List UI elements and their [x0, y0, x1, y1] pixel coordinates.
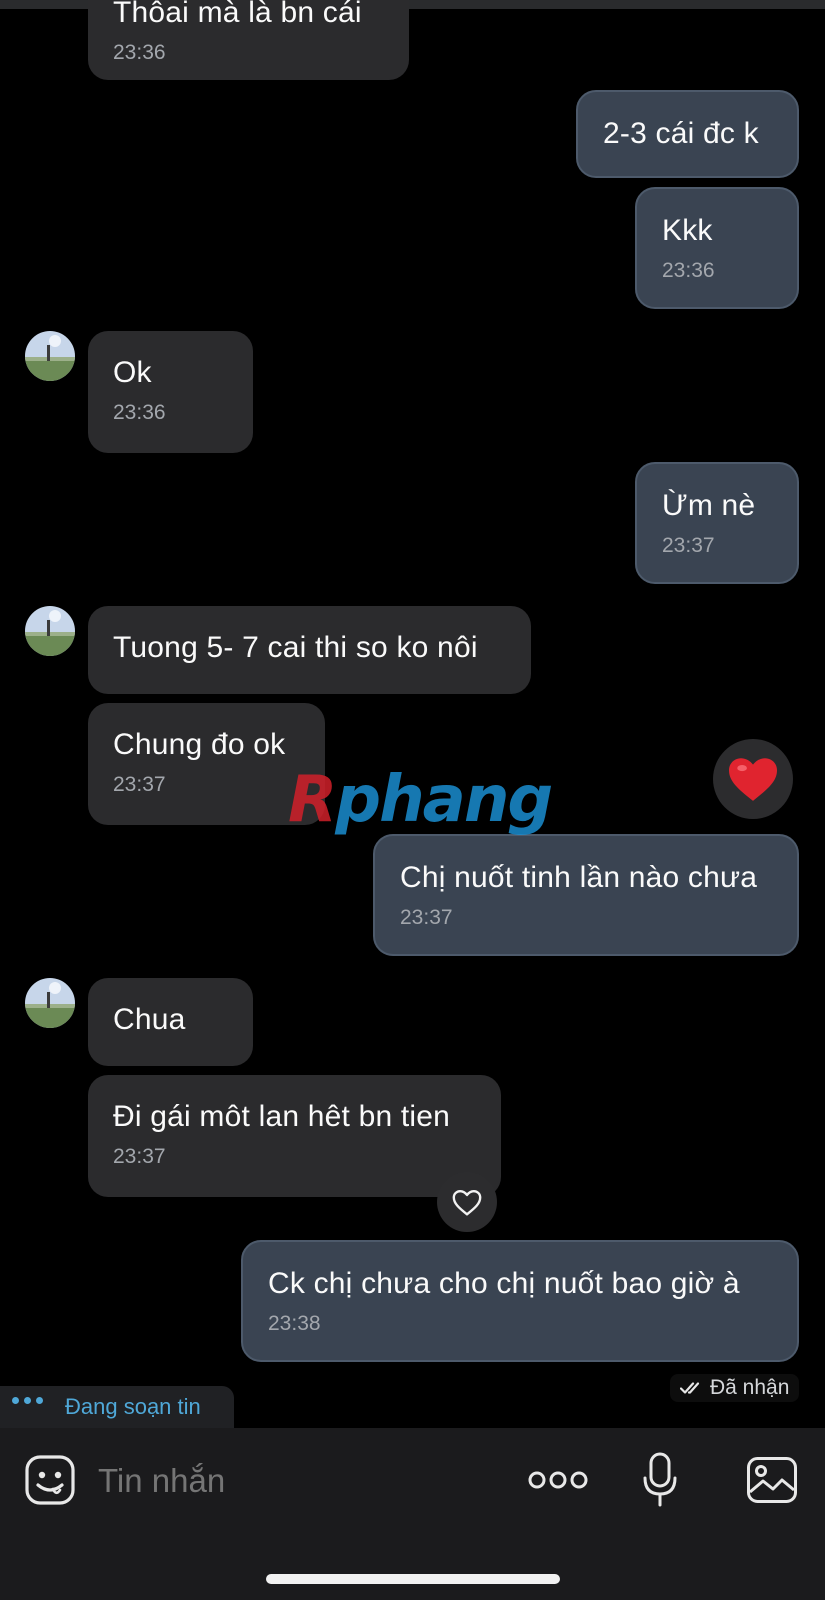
avatar-image [25, 606, 75, 656]
react-button[interactable] [437, 1172, 497, 1232]
voice-record-button[interactable] [642, 1452, 678, 1508]
typing-indicator: Đang soạn tin [0, 1386, 234, 1428]
chat-thread[interactable]: Thôai mà là bn cái 23:36 2-3 cái đc k Kk… [0, 0, 825, 1428]
home-indicator[interactable] [266, 1574, 560, 1584]
message-time: 23:37 [113, 773, 166, 796]
message-time: 23:36 [113, 401, 166, 424]
double-check-icon [680, 1382, 700, 1394]
heart-outline-icon [452, 1189, 482, 1216]
message-text: Ừm nè [662, 489, 756, 522]
message-text: Chị nuốt tinh lần nào chưa [400, 861, 758, 894]
heart-filled-icon [729, 758, 777, 801]
avatar[interactable] [25, 978, 75, 1028]
avatar[interactable] [25, 331, 75, 381]
avatar[interactable] [25, 606, 75, 656]
message-time: 23:36 [113, 41, 166, 64]
more-dots-icon [528, 1471, 588, 1489]
message-bubble-incoming[interactable]: Đi gái môt lan hêt bn tien 23:37 [88, 1075, 501, 1197]
message-text: Ck chị chưa cho chị nuốt bao giờ à [268, 1267, 740, 1300]
avatar-image [25, 331, 75, 381]
sticker-icon [25, 1455, 75, 1505]
message-bubble-incoming[interactable]: Tuong 5- 7 cai thi so ko nôi [88, 606, 531, 694]
microphone-icon [643, 1452, 677, 1507]
message-bubble-outgoing[interactable]: Chị nuốt tinh lần nào chưa 23:37 [373, 834, 799, 956]
message-time: 23:36 [662, 259, 715, 282]
message-text: Thôai mà là bn cái [113, 0, 362, 29]
message-time: 23:37 [662, 534, 715, 557]
message-bubble-outgoing[interactable]: Ừm nè 23:37 [635, 462, 799, 584]
avatar-image [25, 978, 75, 1028]
message-bubble-incoming[interactable]: Ok 23:36 [88, 331, 253, 453]
typing-dots-icon [12, 1396, 43, 1404]
message-text: Chung đo ok [113, 728, 286, 761]
message-time: 23:37 [113, 1145, 166, 1168]
watermark-logo: Rphang [288, 763, 553, 837]
message-bubble-incoming[interactable]: Thôai mà là bn cái 23:36 [88, 0, 409, 80]
delivery-status-label: Đã nhận [710, 1376, 790, 1399]
typing-indicator-label: Đang soạn tin [65, 1394, 201, 1419]
gallery-button[interactable] [746, 1456, 798, 1504]
reaction-badge[interactable] [713, 739, 793, 819]
message-text: Chua [113, 1003, 186, 1036]
message-text: Kkk [662, 214, 713, 247]
delivery-status: Đã nhận [670, 1374, 800, 1402]
message-bubble-outgoing[interactable]: 2-3 cái đc k [576, 90, 799, 178]
message-time: 23:37 [400, 906, 453, 929]
message-time: 23:38 [268, 1312, 321, 1335]
message-text: Ok [113, 356, 152, 389]
message-bubble-outgoing[interactable]: Kkk 23:36 [635, 187, 799, 309]
more-button[interactable] [528, 1468, 588, 1492]
image-icon [747, 1457, 797, 1503]
message-text: 2-3 cái đc k [603, 117, 759, 150]
message-bubble-incoming[interactable]: Chua [88, 978, 253, 1066]
message-text: Tuong 5- 7 cai thi so ko nôi [113, 631, 478, 664]
message-text: Đi gái môt lan hêt bn tien [113, 1100, 451, 1133]
message-input[interactable] [98, 1456, 498, 1506]
sticker-button[interactable] [24, 1454, 76, 1506]
message-bubble-outgoing[interactable]: Ck chị chưa cho chị nuốt bao giờ à 23:38 [241, 1240, 799, 1362]
